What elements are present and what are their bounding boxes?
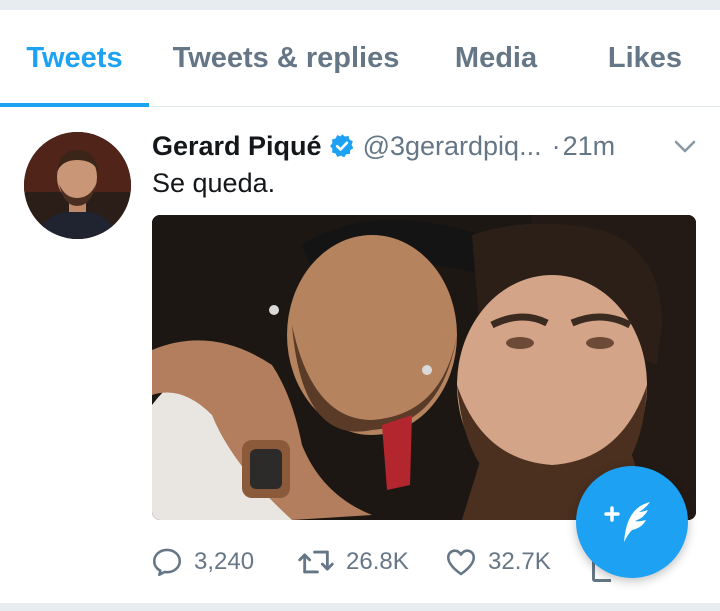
top-strip [0, 0, 720, 10]
time-separator: · [551, 130, 561, 161]
author-name[interactable]: Gerard Piqué [152, 131, 322, 162]
compose-tweet-icon [604, 502, 650, 542]
tweet-text: Se queda. [152, 168, 276, 198]
reply-icon [152, 548, 182, 577]
tab-media-label: Media [454, 41, 538, 74]
retweet-button[interactable]: 26.8K [296, 540, 409, 584]
tab-tweets[interactable]: Tweets [0, 10, 149, 106]
retweet-count: 26.8K [346, 548, 409, 575]
profile-tabs: Tweets Tweets & replies Media Likes [0, 10, 720, 107]
author-handle[interactable]: @3gerardpiq... [363, 131, 542, 162]
avatar-image [24, 132, 131, 239]
tweet-actions: 3,240 26.8K 32.7K [150, 540, 590, 584]
like-button[interactable]: 32.7K [444, 540, 551, 584]
active-tab-indicator [0, 103, 149, 107]
compose-tweet-button[interactable] [576, 466, 688, 578]
bottom-strip [0, 603, 720, 611]
retweet-icon [298, 550, 334, 574]
reply-button[interactable]: 3,240 [150, 540, 254, 584]
tab-tweets-replies-label: Tweets & replies [172, 41, 400, 74]
tab-tweets-replies[interactable]: Tweets & replies [160, 10, 412, 106]
tab-likes[interactable]: Likes [592, 10, 698, 106]
verified-badge-icon [329, 134, 353, 158]
tweet-header: Gerard Piqué @3gerardpiq... · 21m [152, 126, 615, 166]
tab-tweets-label: Tweets [26, 41, 123, 74]
heart-icon [446, 549, 476, 576]
tab-media[interactable]: Media [436, 10, 556, 106]
reply-count: 3,240 [194, 548, 255, 575]
tweet-time[interactable]: 21m [563, 131, 616, 162]
avatar[interactable] [24, 132, 131, 239]
chevron-down-icon[interactable] [674, 140, 696, 154]
tab-likes-label: Likes [607, 41, 683, 74]
like-count: 32.7K [488, 548, 551, 575]
